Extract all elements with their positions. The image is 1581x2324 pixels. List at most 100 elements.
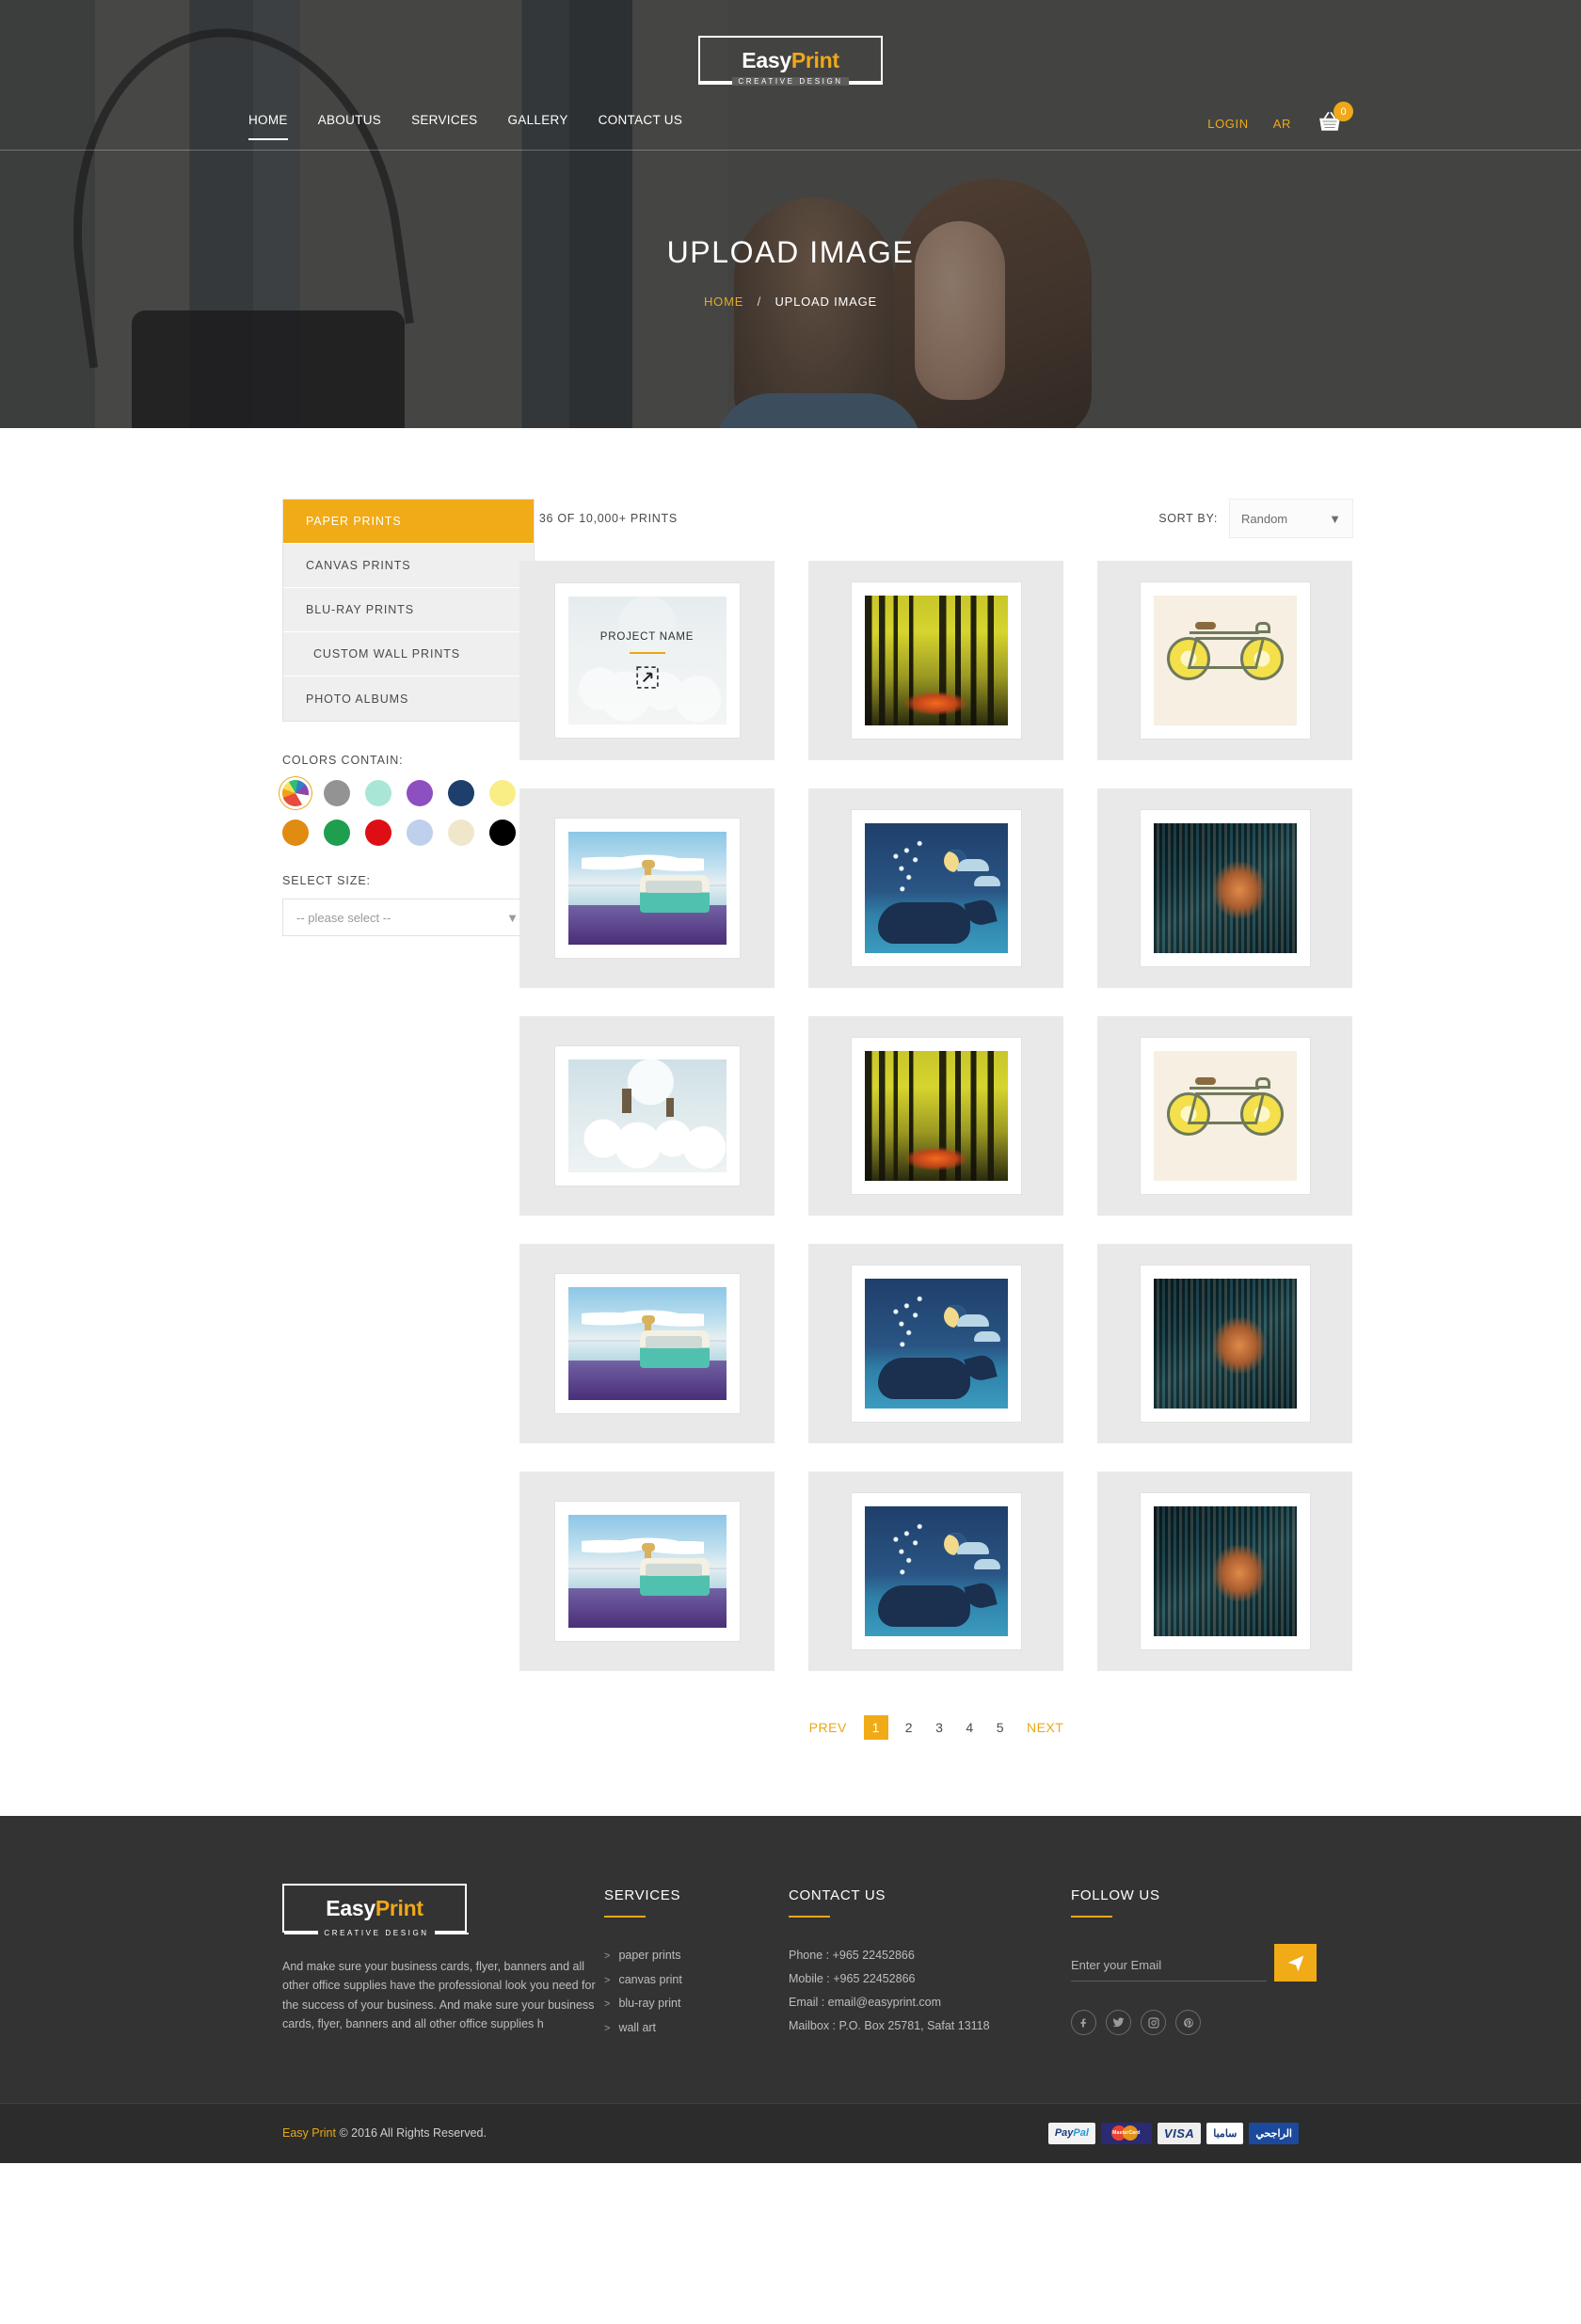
chevron-right-icon: > <box>604 1998 611 2011</box>
color-swatch-green[interactable] <box>324 820 350 846</box>
sidebar-item-blu-ray-prints[interactable]: BLU-RAY PRINTS <box>283 588 534 632</box>
pagination-page-4[interactable]: 4 <box>954 1714 984 1741</box>
product-card[interactable] <box>808 788 1063 988</box>
pagination-page-2[interactable]: 2 <box>894 1714 924 1741</box>
footer-link-blu-ray-print[interactable]: > blu-ray print <box>604 1992 789 2016</box>
logo-tagline: CREATIVE DESIGN <box>732 77 849 86</box>
sidebar-item-canvas-prints[interactable]: CANVAS PRINTS <box>283 544 534 588</box>
footer-follow-heading: FOLLOW US <box>1071 1887 1160 1903</box>
alrajhi-icon: الراجحي <box>1249 2122 1299 2144</box>
newsletter-email-input[interactable] <box>1071 1950 1267 1982</box>
nav-item-services[interactable]: SERVICES <box>396 107 492 133</box>
cart-count-badge: 0 <box>1333 102 1353 121</box>
breadcrumb-current: UPLOAD IMAGE <box>775 294 878 309</box>
pagination-page-1[interactable]: 1 <box>863 1715 888 1740</box>
logo-text-easy: Easy <box>742 47 791 72</box>
heading-rule <box>1071 1916 1112 1918</box>
title-rule <box>629 652 665 654</box>
sort-label: SORT BY: <box>1158 512 1218 525</box>
sort-select[interactable]: Random ▼ <box>1229 499 1353 538</box>
sidebar-item-photo-albums[interactable]: PHOTO ALBUMS <box>283 677 534 721</box>
results-panel: 1 - 36 OF 10,000+ PRINTS SORT BY: Random… <box>519 499 1353 1816</box>
artwork-library <box>1153 1279 1297 1409</box>
sidebar-item-paper-prints[interactable]: PAPER PRINTS <box>283 500 534 544</box>
social-links <box>1071 2010 1353 2035</box>
product-card[interactable] <box>519 1244 775 1443</box>
product-card[interactable] <box>1097 561 1352 760</box>
artwork-clouds-ships <box>567 1059 727 1172</box>
product-card[interactable] <box>808 561 1063 760</box>
logo-text-print: Print <box>790 47 839 72</box>
chevron-down-icon: ▼ <box>506 910 519 925</box>
product-card[interactable] <box>1097 788 1352 988</box>
product-card[interactable]: PROJECT NAME <box>519 561 775 760</box>
filter-sidebar: PAPER PRINTS CANVAS PRINTS BLU-RAY PRINT… <box>282 499 535 936</box>
facebook-icon[interactable] <box>1071 2010 1096 2035</box>
breadcrumb-home[interactable]: HOME <box>704 294 743 309</box>
results-count: 1 - 36 OF 10,000+ PRINTS <box>519 512 678 525</box>
twitter-icon[interactable] <box>1106 2010 1131 2035</box>
copyright-brand: Easy Print <box>282 2126 336 2140</box>
product-card[interactable] <box>1097 1472 1352 1671</box>
newsletter-form <box>1071 1944 1353 1982</box>
nav-item-contact-us[interactable]: CONTACT US <box>583 107 698 133</box>
pinterest-icon[interactable] <box>1175 2010 1201 2035</box>
nav-item-aboutus[interactable]: ABOUTUS <box>303 107 396 133</box>
pagination-prev[interactable]: PREV <box>798 1714 858 1741</box>
footer-logo[interactable]: EasyPrint CREATIVE DESIGN <box>282 1884 469 1937</box>
product-card[interactable] <box>808 1244 1063 1443</box>
heading-rule <box>789 1916 830 1918</box>
size-select[interactable]: -- please select -- ▼ <box>282 899 533 936</box>
login-link[interactable]: LOGIN <box>1207 117 1248 131</box>
product-card[interactable] <box>519 1472 775 1671</box>
instagram-icon[interactable] <box>1141 2010 1166 2035</box>
language-switch-ar[interactable]: AR <box>1273 117 1291 131</box>
color-swatch-navy[interactable] <box>448 780 474 806</box>
pagination-next[interactable]: NEXT <box>1015 1714 1075 1741</box>
footer-columns: EasyPrint CREATIVE DESIGN And make sure … <box>228 1816 1353 2103</box>
color-swatch-light-blue[interactable] <box>407 820 433 846</box>
nav-item-gallery[interactable]: GALLERY <box>493 107 583 133</box>
cart-button[interactable]: 0 <box>1316 102 1353 137</box>
color-swatch-mint[interactable] <box>365 780 391 806</box>
footer-contact-email[interactable]: Email : email@easyprint.com <box>789 1991 1071 2014</box>
footer-contact-column: CONTACT US Phone : +965 22452866 Mobile … <box>789 1884 1071 2041</box>
page-title: UPLOAD IMAGE <box>666 235 915 269</box>
nav-item-home[interactable]: HOME <box>233 107 303 140</box>
product-card[interactable] <box>519 788 775 988</box>
expand-arrows-icon[interactable] <box>635 665 660 690</box>
print-mat <box>1140 582 1310 739</box>
color-swatch-red[interactable] <box>365 820 391 846</box>
color-swatch-multicolor[interactable] <box>282 780 309 806</box>
newsletter-submit-button[interactable] <box>1274 1944 1317 1982</box>
color-swatch-purple[interactable] <box>407 780 433 806</box>
color-swatch-black[interactable] <box>489 820 516 846</box>
print-mat <box>851 810 1021 966</box>
footer-brand-column: EasyPrint CREATIVE DESIGN And make sure … <box>228 1884 604 2041</box>
product-card[interactable] <box>1097 1244 1352 1443</box>
product-card[interactable] <box>808 1472 1063 1671</box>
footer-link-canvas-print[interactable]: > canvas print <box>604 1968 789 1993</box>
pagination-page-3[interactable]: 3 <box>924 1714 954 1741</box>
print-mat <box>554 819 740 958</box>
artwork-beach-van <box>567 1515 727 1628</box>
footer-logo-tagline-wrap: CREATIVE DESIGN <box>284 1929 469 1937</box>
footer-link-paper-prints[interactable]: > paper prints <box>604 1944 789 1968</box>
product-card[interactable] <box>808 1016 1063 1216</box>
pagination-page-5[interactable]: 5 <box>985 1714 1015 1741</box>
color-swatch-orange[interactable] <box>282 820 309 846</box>
footer-link-wall-art[interactable]: > wall art <box>604 2016 789 2041</box>
color-swatch-light-yellow[interactable] <box>489 780 516 806</box>
footer-contact-heading: CONTACT US <box>789 1887 886 1903</box>
content-wrapper: PAPER PRINTS CANVAS PRINTS BLU-RAY PRINT… <box>228 499 1353 1816</box>
color-swatch-grey[interactable] <box>324 780 350 806</box>
product-card[interactable] <box>519 1016 775 1216</box>
product-card[interactable] <box>1097 1016 1352 1216</box>
breadcrumb: HOME / UPLOAD IMAGE <box>0 294 1581 309</box>
footer-follow-column: FOLLOW US <box>1071 1884 1353 2041</box>
print-mat <box>1140 1493 1310 1649</box>
footer-services-column: SERVICES > paper prints > canvas print > bl… <box>604 1884 789 2041</box>
sidebar-item-custom-wall-prints[interactable]: CUSTOM WALL PRINTS <box>283 632 534 677</box>
print-mat <box>851 1493 1021 1649</box>
color-swatch-cream[interactable] <box>448 820 474 846</box>
